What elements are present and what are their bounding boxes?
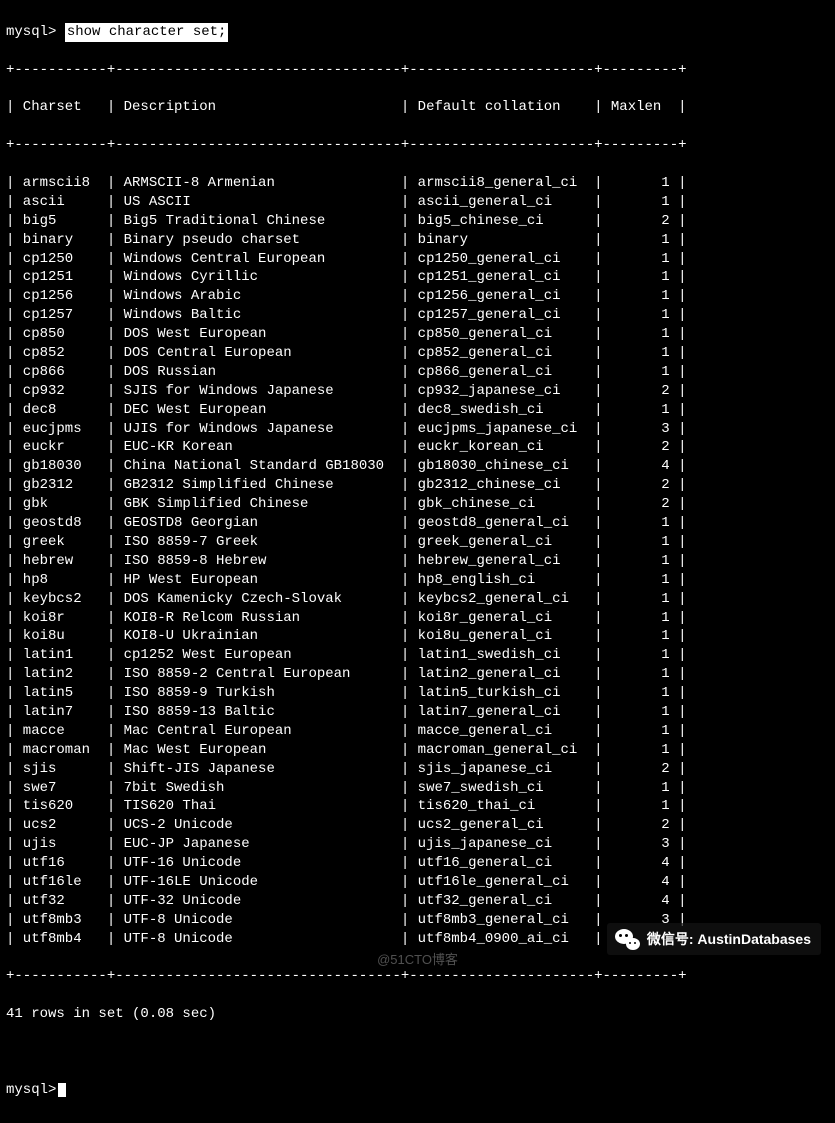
prompt-line-2[interactable]: mysql> (6, 1081, 829, 1100)
table-row: | eucjpms | UJIS for Windows Japanese | … (6, 420, 829, 439)
table-row: | latin1 | cp1252 West European | latin1… (6, 646, 829, 665)
table-row: | cp850 | DOS West European | cp850_gene… (6, 325, 829, 344)
cursor-icon (58, 1083, 66, 1097)
table-row: | ascii | US ASCII | ascii_general_ci | … (6, 193, 829, 212)
table-row: | hebrew | ISO 8859-8 Hebrew | hebrew_ge… (6, 552, 829, 571)
table-row: | tis620 | TIS620 Thai | tis620_thai_ci … (6, 797, 829, 816)
table-row: | sjis | Shift-JIS Japanese | sjis_japan… (6, 760, 829, 779)
table-row: | cp1257 | Windows Baltic | cp1257_gener… (6, 306, 829, 325)
table-row: | gb18030 | China National Standard GB18… (6, 457, 829, 476)
table-row: | cp852 | DOS Central European | cp852_g… (6, 344, 829, 363)
table-row: | binary | Binary pseudo charset | binar… (6, 231, 829, 250)
table-header: | Charset | Description | Default collat… (6, 98, 829, 117)
table-border-mid: +-----------+---------------------------… (6, 136, 829, 155)
table-row: | cp1256 | Windows Arabic | cp1256_gener… (6, 287, 829, 306)
table-row: | keybcs2 | DOS Kamenicky Czech-Slovak |… (6, 590, 829, 609)
sql-command: show character set; (65, 23, 229, 42)
table-row: | koi8r | KOI8-R Relcom Russian | koi8r_… (6, 609, 829, 628)
table-border-bottom: +-----------+---------------------------… (6, 967, 829, 986)
table-row: | big5 | Big5 Traditional Chinese | big5… (6, 212, 829, 231)
table-row: | geostd8 | GEOSTD8 Georgian | geostd8_g… (6, 514, 829, 533)
table-row: | swe7 | 7bit Swedish | swe7_swedish_ci … (6, 779, 829, 798)
wechat-text: 微信号: AustinDatabases (647, 930, 811, 949)
table-row: | armscii8 | ARMSCII-8 Armenian | armsci… (6, 174, 829, 193)
table-row: | macroman | Mac West European | macroma… (6, 741, 829, 760)
table-row: | gbk | GBK Simplified Chinese | gbk_chi… (6, 495, 829, 514)
wechat-icon (613, 927, 641, 951)
table-row: | gb2312 | GB2312 Simplified Chinese | g… (6, 476, 829, 495)
table-row: | ucs2 | UCS-2 Unicode | ucs2_general_ci… (6, 816, 829, 835)
table-row: | cp1251 | Windows Cyrillic | cp1251_gen… (6, 268, 829, 287)
table-row: | cp1250 | Windows Central European | cp… (6, 250, 829, 269)
result-summary: 41 rows in set (0.08 sec) (6, 1005, 829, 1024)
blank-line (6, 1043, 829, 1062)
table-row: | utf16 | UTF-16 Unicode | utf16_general… (6, 854, 829, 873)
table-row: | cp932 | SJIS for Windows Japanese | cp… (6, 382, 829, 401)
table-row: | ujis | EUC-JP Japanese | ujis_japanese… (6, 835, 829, 854)
table-row: | utf32 | UTF-32 Unicode | utf32_general… (6, 892, 829, 911)
table-row: | greek | ISO 8859-7 Greek | greek_gener… (6, 533, 829, 552)
table-row: | euckr | EUC-KR Korean | euckr_korean_c… (6, 438, 829, 457)
table-row: | latin7 | ISO 8859-13 Baltic | latin7_g… (6, 703, 829, 722)
mysql-prompt-2: mysql> (6, 1081, 56, 1100)
table-body: | armscii8 | ARMSCII-8 Armenian | armsci… (6, 174, 829, 949)
table-row: | cp866 | DOS Russian | cp866_general_ci… (6, 363, 829, 382)
table-row: | koi8u | KOI8-U Ukrainian | koi8u_gener… (6, 627, 829, 646)
table-row: | macce | Mac Central European | macce_g… (6, 722, 829, 741)
table-row: | latin5 | ISO 8859-9 Turkish | latin5_t… (6, 684, 829, 703)
prompt-line-1: mysql> show character set; (6, 23, 829, 42)
table-row: | utf16le | UTF-16LE Unicode | utf16le_g… (6, 873, 829, 892)
table-row: | dec8 | DEC West European | dec8_swedis… (6, 401, 829, 420)
mysql-prompt: mysql> (6, 23, 56, 42)
table-row: | latin2 | ISO 8859-2 Central European |… (6, 665, 829, 684)
watermark-text: @51CTO博客 (377, 951, 458, 969)
table-row: | hp8 | HP West European | hp8_english_c… (6, 571, 829, 590)
wechat-badge: 微信号: AustinDatabases (607, 923, 821, 955)
table-border-top: +-----------+---------------------------… (6, 61, 829, 80)
